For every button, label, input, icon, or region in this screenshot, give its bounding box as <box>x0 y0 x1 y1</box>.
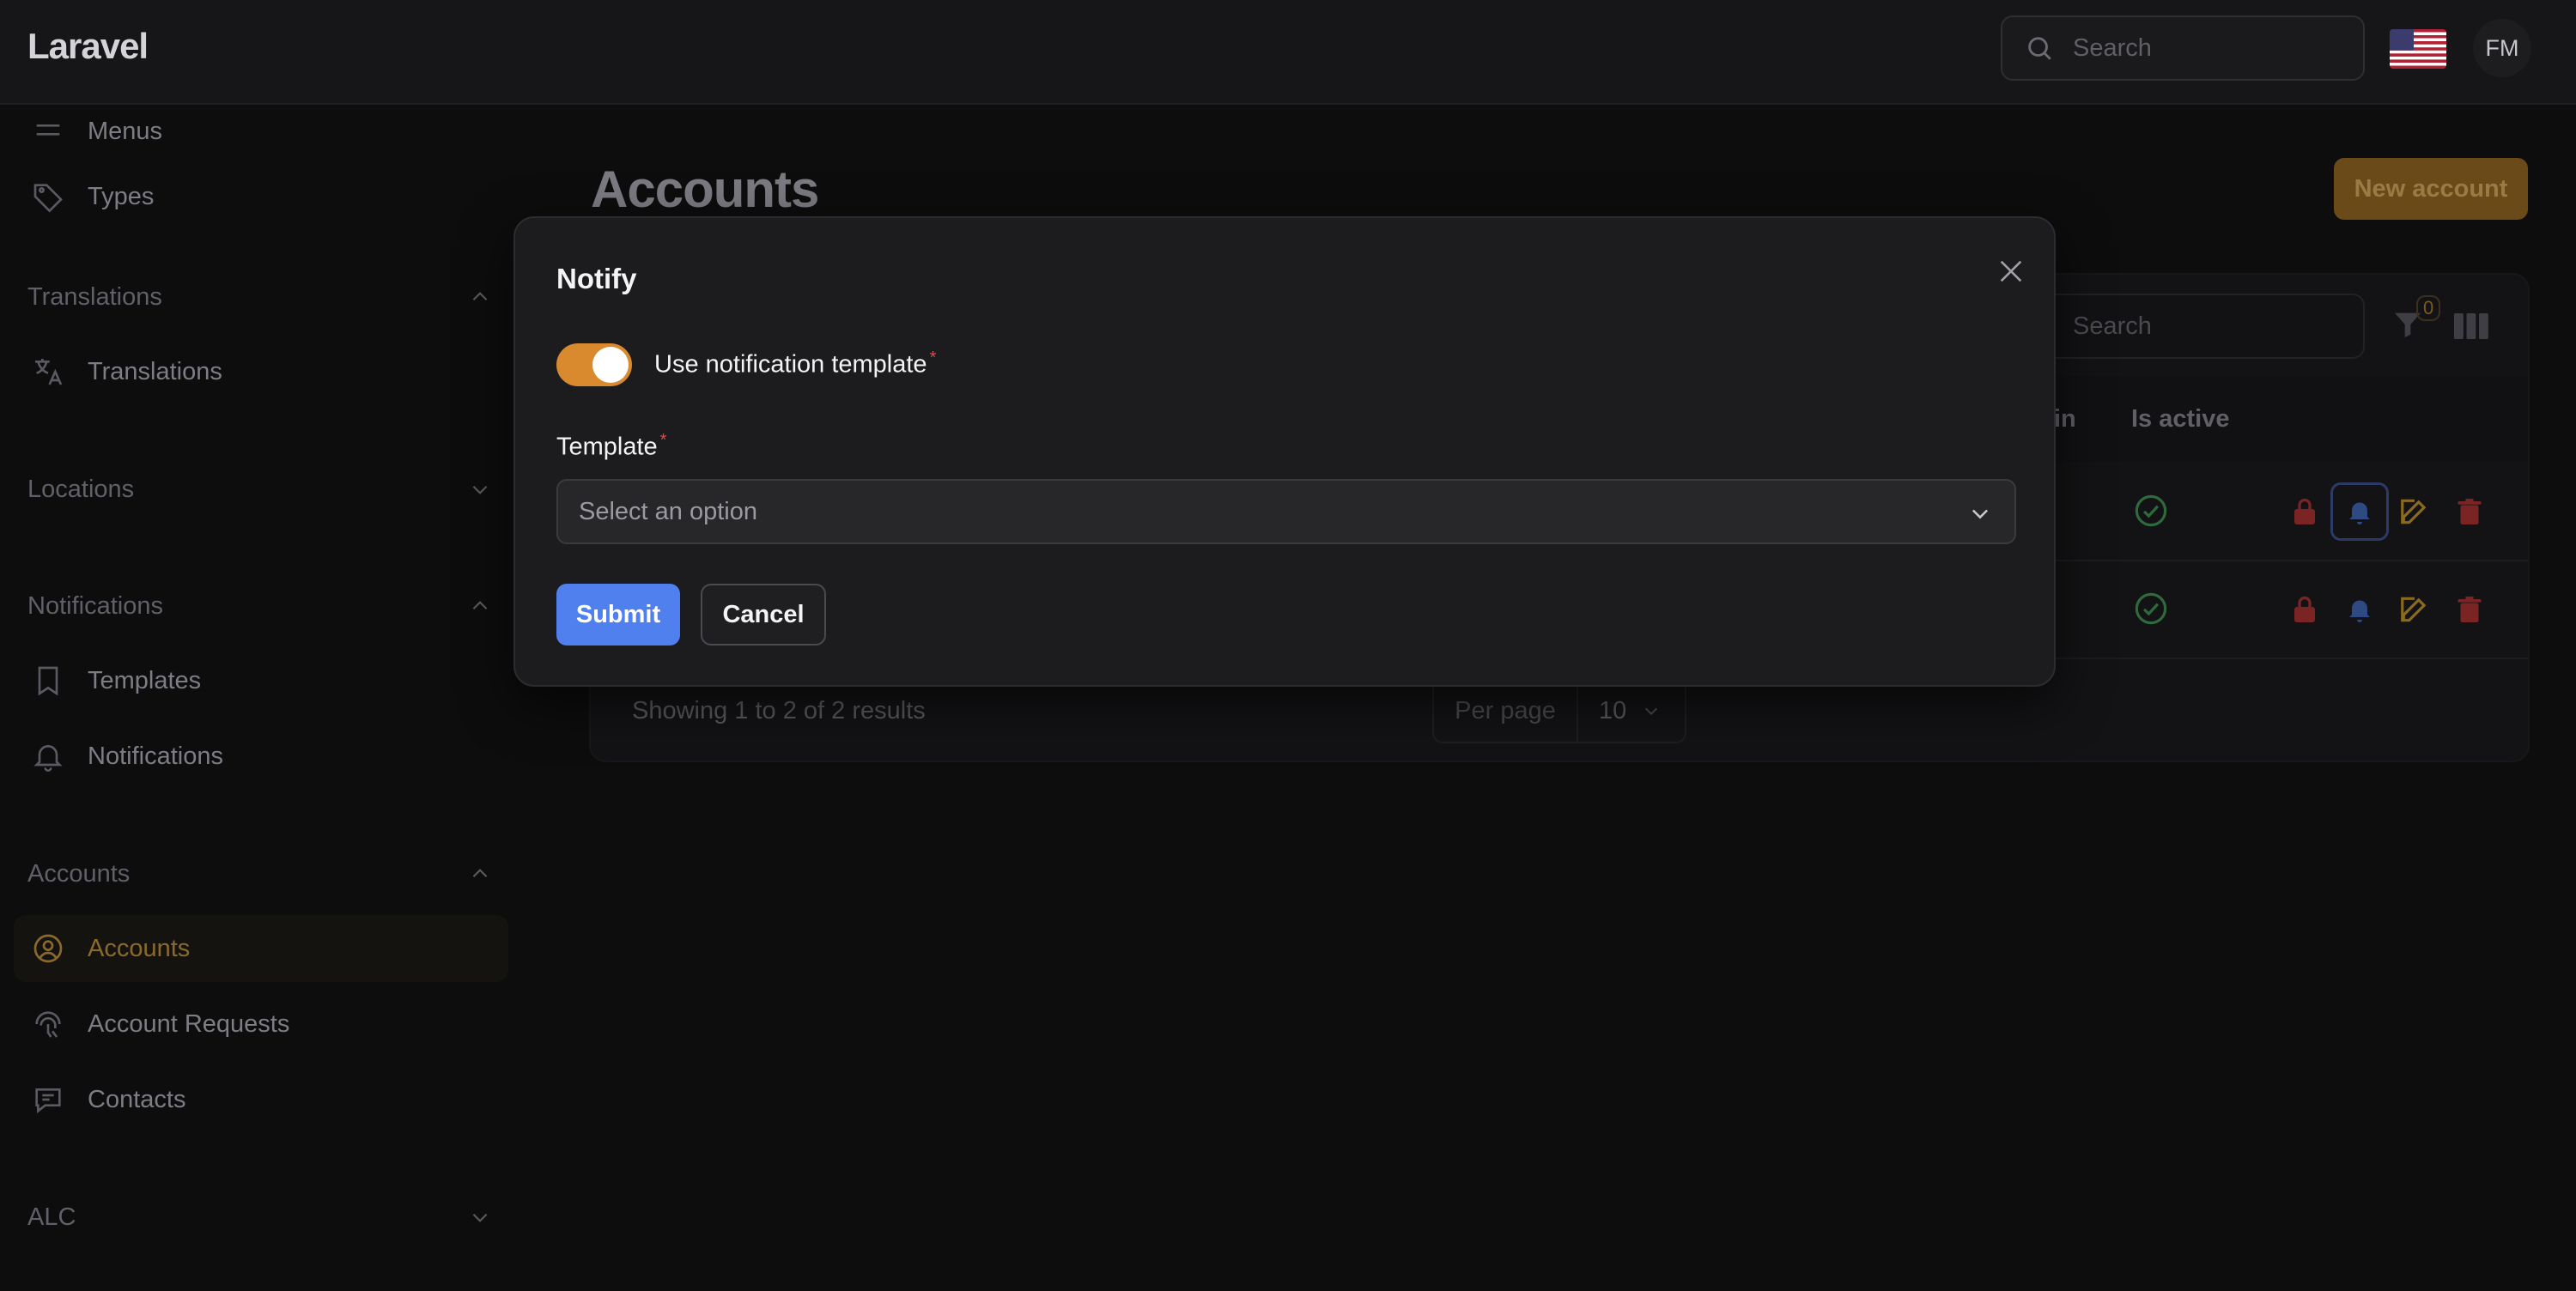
modal-title: Notify <box>556 263 637 294</box>
sidebar-item-types[interactable]: Types <box>14 163 508 230</box>
page-title: Accounts <box>591 161 819 218</box>
required-marker: * <box>659 431 667 450</box>
edit-icon[interactable] <box>2396 591 2433 628</box>
chevron-down-icon <box>1645 707 1658 716</box>
sidebar-group-label: Translations <box>27 282 162 311</box>
sidebar-group-label: Accounts <box>27 859 131 888</box>
sidebar-group-alc[interactable]: ALC <box>27 1197 491 1238</box>
notify-bell-icon[interactable] <box>2341 591 2379 628</box>
column-header[interactable]: in <box>2054 405 2076 433</box>
filter-count-badge: 0 <box>2416 295 2441 321</box>
select-placeholder: Select an option <box>579 497 757 525</box>
sidebar-group-translations[interactable]: Translations <box>27 276 491 318</box>
submit-button[interactable]: Submit <box>556 584 680 646</box>
sidebar-item-translations[interactable]: Translations <box>14 338 508 405</box>
sidebar-item-label: Templates <box>88 666 202 694</box>
search-icon <box>2028 37 2051 60</box>
lock-icon[interactable] <box>2286 591 2324 628</box>
us-flag-icon[interactable] <box>2390 29 2446 69</box>
user-avatar[interactable]: FM <box>2473 19 2531 77</box>
top-bar: Laravel Search FM <box>0 0 2576 105</box>
notify-modal: Notify Use notification template * Templa… <box>513 216 2056 687</box>
use-template-toggle[interactable] <box>556 343 632 386</box>
brand-logo[interactable]: Laravel <box>27 26 149 67</box>
per-page-label: Per page <box>1434 680 1578 742</box>
check-circle-icon <box>2135 592 2167 625</box>
search-placeholder: Search <box>2073 33 2152 62</box>
sidebar-group-accounts[interactable]: Accounts <box>27 853 491 894</box>
new-account-button[interactable]: New account <box>2334 158 2528 220</box>
sidebar-item-label: Translations <box>88 357 222 385</box>
template-label-text: Template <box>556 433 658 461</box>
required-marker: * <box>929 349 937 367</box>
chevron-up-icon <box>472 869 488 878</box>
columns-icon[interactable] <box>2454 312 2488 340</box>
chevron-up-icon <box>472 292 488 301</box>
table-search-input[interactable]: Search <box>2044 294 2365 359</box>
trash-icon[interactable] <box>2451 493 2488 530</box>
sidebar-item-label: Types <box>88 182 155 210</box>
sidebar-group-label: Notifications <box>27 591 163 620</box>
toggle-label: Use notification template * <box>654 349 936 379</box>
tag-icon <box>29 178 67 215</box>
per-page-value-text: 10 <box>1599 696 1627 724</box>
fingerprint-icon <box>29 1005 67 1043</box>
translate-icon <box>29 353 67 391</box>
sidebar-group-notifications[interactable]: Notifications <box>27 585 491 627</box>
sidebar-item-label: Account Requests <box>88 1009 290 1038</box>
edit-icon[interactable] <box>2396 493 2433 530</box>
column-header[interactable]: Is active <box>2131 405 2229 433</box>
template-select[interactable]: Select an option <box>556 479 2016 544</box>
lock-icon[interactable] <box>2286 493 2324 530</box>
sidebar-group-locations[interactable]: Locations <box>27 469 491 510</box>
sidebar-item-label: Contacts <box>88 1085 186 1113</box>
sidebar: Menus Types Translations Translations Lo… <box>0 105 515 1291</box>
sidebar-item-templates[interactable]: Templates <box>14 647 508 714</box>
chevron-up-icon <box>472 601 488 610</box>
chat-icon <box>29 1081 67 1118</box>
check-circle-icon <box>2135 494 2167 527</box>
notify-bell-icon[interactable] <box>2330 482 2389 541</box>
user-circle-icon <box>29 930 67 967</box>
trash-icon[interactable] <box>2451 591 2488 628</box>
sidebar-group-label: ALC <box>27 1203 76 1231</box>
sidebar-item-account-requests[interactable]: Account Requests <box>14 991 508 1058</box>
pagination-summary: Showing 1 to 2 of 2 results <box>632 697 926 724</box>
close-icon[interactable] <box>1992 252 2030 290</box>
per-page-select[interactable]: Per page 10 <box>1432 678 1686 743</box>
cancel-button[interactable]: Cancel <box>701 584 826 646</box>
sidebar-item-menus[interactable]: Menus <box>14 98 508 165</box>
sidebar-item-label: Notifications <box>88 742 223 770</box>
per-page-value[interactable]: 10 <box>1578 697 1661 725</box>
sidebar-item-label: Accounts <box>88 934 191 962</box>
sidebar-item-contacts[interactable]: Contacts <box>14 1066 508 1133</box>
sidebar-item-accounts[interactable]: Accounts <box>14 915 508 982</box>
chevron-down-icon <box>1971 509 1989 519</box>
chevron-down-icon <box>472 485 488 494</box>
bell-icon <box>29 737 67 775</box>
menu-icon <box>29 112 67 150</box>
sidebar-item-label: Menus <box>88 117 163 145</box>
template-field-label: Template * <box>556 431 666 462</box>
bookmark-icon <box>29 662 67 700</box>
chevron-down-icon <box>472 1213 488 1222</box>
toggle-label-text: Use notification template <box>654 350 927 379</box>
sidebar-item-notifications[interactable]: Notifications <box>14 723 508 790</box>
toggle-knob <box>592 347 629 383</box>
sidebar-group-label: Locations <box>27 475 135 503</box>
global-search-input[interactable]: Search <box>2001 15 2365 81</box>
